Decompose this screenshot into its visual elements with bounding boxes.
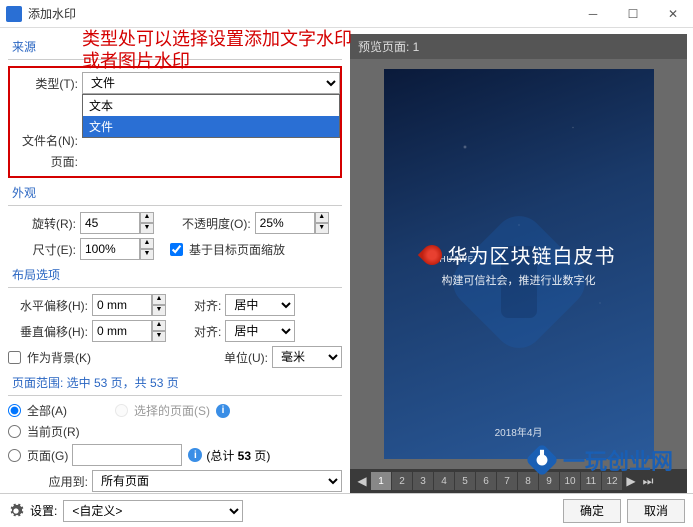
voffset-label: 垂直偏移(H): [8,323,88,340]
filename-label: 文件名(N): [10,132,78,149]
settings-label: 设置: [30,502,57,519]
size-label: 尺寸(E): [8,241,76,258]
thumb-prev[interactable]: ◀ [354,474,370,488]
radio-current[interactable] [8,425,21,438]
halign-select[interactable]: 居中 [225,294,295,316]
preview-body: 华为区块链白皮书 HUAWEI 构建可信社会，推进行业数字化 2018年4月 [350,59,687,469]
opacity-label: 不透明度(O): [182,215,251,232]
size-up[interactable]: ▲ [140,238,154,249]
radio-all-label[interactable]: 全部(A) [8,402,67,419]
hoffset-down[interactable]: ▼ [152,305,166,316]
radio-pages[interactable] [8,449,21,462]
apply-select[interactable]: 所有页面 [92,470,342,492]
group-range: 页面范围: 选中 53 页，共 53 页 [12,374,342,391]
bg-checkbox-label[interactable]: 作为背景(K) [8,349,91,366]
type-select[interactable]: 文件 [82,72,340,94]
opacity-down[interactable]: ▼ [315,223,329,234]
hoffset-input[interactable] [92,294,152,316]
unit-label: 单位(U): [224,349,268,366]
thumb-page[interactable]: 4 [434,472,454,490]
valign-select[interactable]: 居中 [225,320,295,342]
voffset-down[interactable]: ▼ [152,331,166,342]
bg-checkbox[interactable] [8,351,21,364]
preview-title: 预览页面: 1 [350,34,687,59]
opacity-up[interactable]: ▲ [315,212,329,223]
voffset-spinner[interactable]: ▲▼ [92,320,166,342]
rotate-label: 旋转(R): [8,215,76,232]
type-label: 类型(T): [10,75,78,92]
group-appearance: 外观 [12,184,342,201]
gear-icon[interactable] [8,503,24,519]
preview-panel: 预览页面: 1 华为区块链白皮书 HUAWEI 构建可信社会，推进行业数字化 2… [350,34,687,493]
brand-overlay-text: 一玩创业网 [563,444,673,476]
rotate-down[interactable]: ▼ [140,223,154,234]
source-page-label: 页面: [10,153,78,170]
radio-selected [115,404,128,417]
rotate-spinner[interactable]: ▲▼ [80,212,154,234]
type-option-file[interactable]: 文件 [83,116,339,137]
rotate-up[interactable]: ▲ [140,212,154,223]
highlight-box: 类型(T): 文件 文本 文件 文件名(N): 页面: [8,66,342,178]
type-dropdown-list: 文本 文件 [82,94,340,138]
thumb-page[interactable]: 1 [371,472,391,490]
voffset-up[interactable]: ▲ [152,320,166,331]
radio-all[interactable] [8,404,21,417]
radio-pages-label[interactable]: 页面(G) [8,447,68,464]
thumb-page[interactable]: 7 [497,472,517,490]
unit-select[interactable]: 毫米 [272,346,342,368]
thumb-page[interactable]: 3 [413,472,433,490]
pages-input[interactable] [72,444,182,466]
doc-title: 华为区块链白皮书 [448,240,616,269]
title-bar: 添加水印 ─ ☐ ✕ [0,0,693,28]
size-spinner[interactable]: ▲▼ [80,238,154,260]
app-icon [6,6,22,22]
doc-date: 2018年4月 [495,424,543,439]
voffset-input[interactable] [92,320,152,342]
ok-button[interactable]: 确定 [563,499,621,523]
type-option-text[interactable]: 文本 [83,95,339,116]
rotate-input[interactable] [80,212,140,234]
page-count: (总计 53 页) [206,447,270,464]
brand-overlay: 一玩创业网 [525,443,673,477]
radio-selected-label: 选择的页面(S) [115,402,210,419]
footer-bar: 设置: <自定义> 确定 取消 [0,493,693,527]
brand-logo-icon [525,443,559,477]
valign-label: 对齐: [194,323,221,340]
close-button[interactable]: ✕ [653,0,693,28]
hoffset-spinner[interactable]: ▲▼ [92,294,166,316]
hoffset-up[interactable]: ▲ [152,294,166,305]
info-icon[interactable]: i [216,404,230,418]
halign-label: 对齐: [194,297,221,314]
radio-current-label[interactable]: 当前页(R) [8,423,80,440]
window-title: 添加水印 [28,5,573,22]
cancel-button[interactable]: 取消 [627,499,685,523]
size-down[interactable]: ▼ [140,249,154,260]
hoffset-label: 水平偏移(H): [8,297,88,314]
size-checkbox-label[interactable]: 基于目标页面缩放 [170,241,285,258]
maximize-button[interactable]: ☐ [613,0,653,28]
doc-subtitle: 构建可信社会，推进行业数字化 [442,272,596,288]
size-checkbox[interactable] [170,243,183,256]
huawei-logo: 华为区块链白皮书 [422,240,616,269]
info-icon-2[interactable]: i [188,448,202,462]
group-source: 来源 [12,38,342,55]
minimize-button[interactable]: ─ [573,0,613,28]
thumb-page[interactable]: 6 [476,472,496,490]
document-page: 华为区块链白皮书 HUAWEI 构建可信社会，推进行业数字化 2018年4月 [384,69,654,459]
settings-select[interactable]: <自定义> [63,500,243,522]
thumb-page[interactable]: 2 [392,472,412,490]
apply-label: 应用到: [8,473,88,490]
opacity-input[interactable] [255,212,315,234]
group-layout: 布局选项 [12,266,342,283]
thumb-page[interactable]: 5 [455,472,475,490]
opacity-spinner[interactable]: ▲▼ [255,212,329,234]
settings-panel: 来源 类型(T): 文件 文本 文件 文件名(N): 页面: [0,28,350,493]
size-input[interactable] [80,238,140,260]
